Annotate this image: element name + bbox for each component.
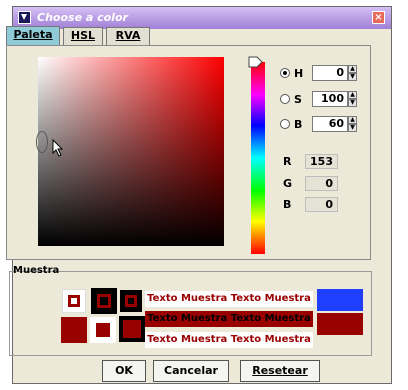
ok-button[interactable]: OK (102, 360, 146, 382)
swatch-red-solid (61, 317, 87, 343)
hue-handle-icon[interactable] (248, 56, 264, 68)
h-row: H 0 ▲ ▼ (280, 65, 357, 81)
s-down-icon[interactable]: ▼ (348, 99, 357, 107)
b-label: B (294, 117, 303, 131)
rgb-b-value: 0 (305, 197, 338, 212)
swatch-inner (68, 295, 80, 307)
hue-slider[interactable] (251, 62, 265, 254)
s-label: S (294, 92, 302, 106)
current-color-swatch (317, 313, 363, 335)
swatch-white-bg (90, 317, 116, 343)
b-down-icon[interactable]: ▼ (348, 124, 357, 132)
swatch-black-frame (91, 288, 117, 314)
sample-text-on-red: Texto Muestra Texto Muestra (145, 311, 313, 327)
app-icon (18, 11, 31, 24)
swatch-black-small (120, 290, 142, 312)
rgb-b-row: B 0 (283, 197, 338, 212)
rgb-b-label: B (283, 198, 292, 211)
s-spinner[interactable]: 100 ▲ ▼ (312, 91, 357, 107)
g-value: 0 (305, 176, 338, 191)
s-row: S 100 ▲ ▼ (280, 91, 357, 107)
b-spinner[interactable]: 60 ▲ ▼ (312, 116, 357, 132)
sample-text-on-white-2: Texto Muestra Texto Muestra (145, 332, 313, 348)
h-label: H (294, 66, 304, 80)
b-up-icon[interactable]: ▲ (348, 116, 357, 124)
h-radio[interactable] (280, 68, 290, 78)
g-row: G 0 (283, 176, 338, 191)
sample-text-on-white: Texto Muestra Texto Muestra (145, 291, 313, 307)
tab-rva[interactable]: RVA (106, 27, 150, 45)
tab-paleta[interactable]: Paleta (6, 26, 60, 46)
h-down-icon[interactable]: ▼ (348, 73, 357, 81)
swatch-white-frame (62, 289, 86, 313)
b-radio[interactable] (280, 119, 290, 129)
tab-hsl[interactable]: HSL (63, 27, 103, 45)
s-radio[interactable] (280, 94, 290, 104)
h-spinner[interactable]: 0 ▲ ▼ (312, 65, 357, 81)
h-field[interactable]: 0 (312, 65, 348, 81)
close-icon[interactable]: × (372, 11, 385, 24)
s-up-icon[interactable]: ▲ (348, 91, 357, 99)
r-value: 153 (305, 154, 338, 169)
mouse-cursor-icon (52, 139, 64, 157)
swatch-black-bg (119, 316, 145, 342)
b-row: B 60 ▲ ▼ (280, 116, 357, 132)
saturation-brightness-square[interactable] (38, 57, 224, 246)
r-row: R 153 (283, 154, 338, 169)
previous-color-swatch (317, 289, 363, 311)
b-field[interactable]: 60 (312, 116, 348, 132)
reset-button[interactable]: Resetear (240, 360, 320, 382)
cancel-button[interactable]: Cancelar (153, 360, 229, 382)
h-up-icon[interactable]: ▲ (348, 65, 357, 73)
title-bar[interactable]: Choose a color × (13, 7, 391, 29)
g-label: G (283, 177, 293, 190)
muestra-title: Muestra (13, 265, 60, 276)
r-label: R (283, 155, 292, 168)
selection-marker[interactable] (36, 131, 48, 153)
window-title: Choose a color (37, 11, 128, 24)
s-field[interactable]: 100 (312, 91, 348, 107)
